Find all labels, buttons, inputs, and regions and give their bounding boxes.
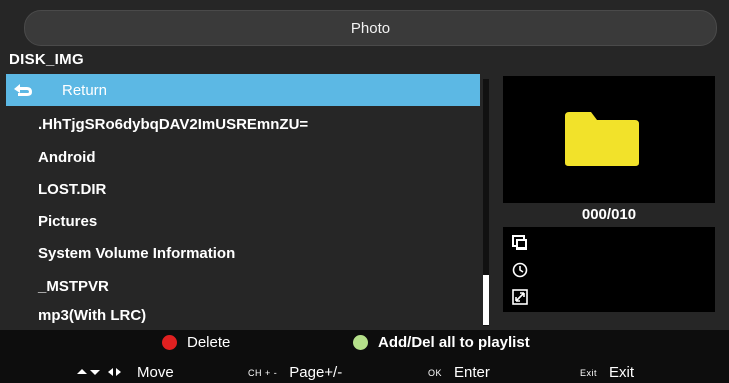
ok-key-label: OK [428,367,443,378]
red-dot-icon [162,335,177,350]
list-item-label: System Volume Information [38,244,236,262]
list-item-label: mp3(With LRC) [38,306,147,324]
page-label: Page+/- [289,364,343,381]
list-item-label: .HhTjgSRo6dybqDAV2ImUSREmnZU= [38,115,309,133]
resize-icon [512,289,528,305]
legend-playlist: Add/Del all to playlist [353,334,530,351]
photo-size-icon [512,235,528,251]
preview-pane [503,76,715,203]
file-counter: 000/010 [581,206,637,223]
list-item[interactable]: Pictures [6,205,480,237]
list-item[interactable]: Android [6,141,480,173]
scrollbar-thumb[interactable] [483,275,489,325]
arrow-keys-icon [77,364,123,381]
green-dot-icon [353,335,368,350]
legend-delete: Delete [162,334,230,351]
folder-icon [563,110,641,173]
enter-label: Enter [454,364,490,381]
move-label: Move [137,364,174,381]
app-title-bar: Photo [24,10,717,46]
ch-key-label: CH + - [248,367,278,378]
current-path: DISK_IMG [9,51,84,68]
hint-enter: OK Enter [428,364,490,381]
exit-label: Exit [609,364,635,381]
list-item[interactable]: LOST.DIR [6,173,480,205]
hint-exit: Exit Exit [580,364,634,381]
list-item[interactable]: mp3(With LRC) [6,299,480,331]
list-item-label: Return [62,81,108,99]
list-item[interactable]: System Volume Information [6,237,480,269]
hint-move: Move [77,364,174,381]
list-item[interactable]: _MSTPVR [6,270,480,302]
list-item[interactable]: .HhTjgSRo6dybqDAV2ImUSREmnZU= [6,108,480,140]
list-item-return[interactable]: Return [6,74,480,106]
clock-icon [512,262,528,278]
app-title: Photo [350,19,391,37]
file-info-panel [503,227,715,312]
list-item-label: _MSTPVR [38,277,109,295]
delete-label: Delete [187,334,231,351]
hint-page: CH + - Page+/- [248,364,342,381]
return-icon [8,80,38,100]
file-list: Return .HhTjgSRo6dybqDAV2ImUSREmnZU= And… [6,74,480,328]
list-item-label: LOST.DIR [38,180,107,198]
list-item-label: Android [38,148,96,166]
list-item-label: Pictures [38,212,98,230]
playlist-label: Add/Del all to playlist [378,334,530,351]
exit-key-label: Exit [580,367,598,378]
